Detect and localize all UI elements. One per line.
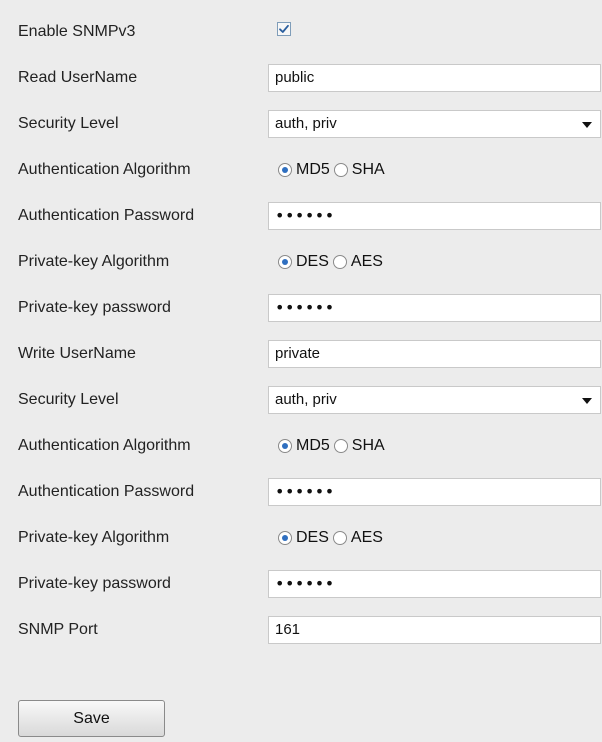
read-username-input[interactable]: public [268,64,601,92]
read-authentication-password-row: Authentication Password •••••• [0,193,602,239]
read-authentication-algorithm-row: Authentication Algorithm MD5 SHA [0,147,602,193]
write-security-level-select[interactable]: auth, priv [268,386,601,414]
write-aes-radio-option[interactable]: AES [332,529,383,547]
read-private-key-algorithm-control: DES AES [268,248,383,276]
write-username-row: Write UserName private [0,331,602,377]
checkmark-icon [279,24,289,33]
read-md5-label: MD5 [296,161,330,178]
read-aes-radio[interactable] [332,255,347,269]
read-des-radio[interactable] [278,255,292,269]
write-username-input[interactable]: private [268,340,601,368]
read-private-key-algorithm-row: Private-key Algorithm DES AES [0,239,602,285]
read-des-radio-option[interactable]: DES [278,253,329,271]
read-private-key-algorithm-label: Private-key Algorithm [18,253,170,270]
write-des-label: DES [296,529,329,546]
write-security-level-row: Security Level auth, priv [0,377,602,423]
write-sha-radio[interactable] [333,439,348,453]
read-sha-label: SHA [351,161,385,178]
snmp-port-control: 161 [268,616,601,644]
write-private-key-password-control: •••••• [268,570,601,598]
chevron-down-icon [582,398,592,404]
write-authentication-algorithm-radio-group: MD5 SHA [268,432,385,460]
snmpv3-settings-form: Enable SNMPv3 Read UserName public Secur… [0,0,602,742]
write-security-level-label: Security Level [18,391,119,408]
read-authentication-password-label: Authentication Password [18,207,195,224]
read-private-key-password-control: •••••• [268,294,601,322]
write-sha-radio-option[interactable]: SHA [333,437,385,455]
save-button[interactable]: Save [18,700,165,737]
read-aes-label: AES [350,253,383,270]
read-authentication-algorithm-control: MD5 SHA [268,156,385,184]
read-authentication-password-input[interactable]: •••••• [268,202,601,230]
write-private-key-algorithm-control: DES AES [268,524,383,552]
read-sha-radio-option[interactable]: SHA [333,161,385,179]
read-security-level-control: auth, priv [268,110,601,138]
read-private-key-password-label: Private-key password [18,299,171,316]
chevron-down-icon [582,122,592,128]
write-md5-radio[interactable] [278,439,292,453]
read-authentication-password-control: •••••• [268,202,601,230]
read-des-label: DES [296,253,329,270]
enable-snmpv3-checkbox[interactable] [277,22,291,36]
read-md5-radio-option[interactable]: MD5 [278,161,330,179]
write-private-key-password-label: Private-key password [18,575,171,592]
enable-snmpv3-label: Enable SNMPv3 [18,23,136,40]
write-private-key-password-row: Private-key password •••••• [0,561,602,607]
read-aes-radio-option[interactable]: AES [332,253,383,271]
write-security-level-value: auth, priv [275,391,337,408]
write-authentication-algorithm-control: MD5 SHA [268,432,385,460]
write-private-key-password-input[interactable]: •••••• [268,570,601,598]
snmp-port-label: SNMP Port [18,621,98,638]
write-private-key-algorithm-row: Private-key Algorithm DES AES [0,515,602,561]
write-aes-radio[interactable] [332,531,347,545]
read-security-level-label: Security Level [18,115,119,132]
write-username-control: private [268,340,601,368]
read-private-key-password-row: Private-key password •••••• [0,285,602,331]
write-des-radio[interactable] [278,531,292,545]
read-sha-radio[interactable] [333,163,348,177]
write-authentication-password-input[interactable]: •••••• [268,478,601,506]
write-aes-label: AES [350,529,383,546]
read-private-key-password-input[interactable]: •••••• [268,294,601,322]
read-username-label: Read UserName [18,69,138,86]
write-des-radio-option[interactable]: DES [278,529,329,547]
write-authentication-password-label: Authentication Password [18,483,195,500]
write-authentication-algorithm-row: Authentication Algorithm MD5 SHA [0,423,602,469]
snmp-port-input[interactable]: 161 [268,616,601,644]
enable-snmpv3-row: Enable SNMPv3 [0,9,602,55]
read-security-level-select[interactable]: auth, priv [268,110,601,138]
read-authentication-algorithm-label: Authentication Algorithm [18,161,191,178]
write-private-key-algorithm-radio-group: DES AES [268,524,383,552]
read-username-control: public [268,64,601,92]
write-md5-radio-option[interactable]: MD5 [278,437,330,455]
write-username-label: Write UserName [18,345,136,362]
read-private-key-algorithm-radio-group: DES AES [268,248,383,276]
write-authentication-password-control: •••••• [268,478,601,506]
write-private-key-algorithm-label: Private-key Algorithm [18,529,170,546]
read-authentication-algorithm-radio-group: MD5 SHA [268,156,385,184]
read-security-level-row: Security Level auth, priv [0,101,602,147]
write-security-level-control: auth, priv [268,386,601,414]
write-authentication-algorithm-label: Authentication Algorithm [18,437,191,454]
snmp-port-row: SNMP Port 161 [0,607,602,653]
read-security-level-value: auth, priv [275,115,337,132]
write-md5-label: MD5 [296,437,330,454]
read-md5-radio[interactable] [278,163,292,177]
write-sha-label: SHA [351,437,385,454]
read-username-row: Read UserName public [0,55,602,101]
write-authentication-password-row: Authentication Password •••••• [0,469,602,515]
